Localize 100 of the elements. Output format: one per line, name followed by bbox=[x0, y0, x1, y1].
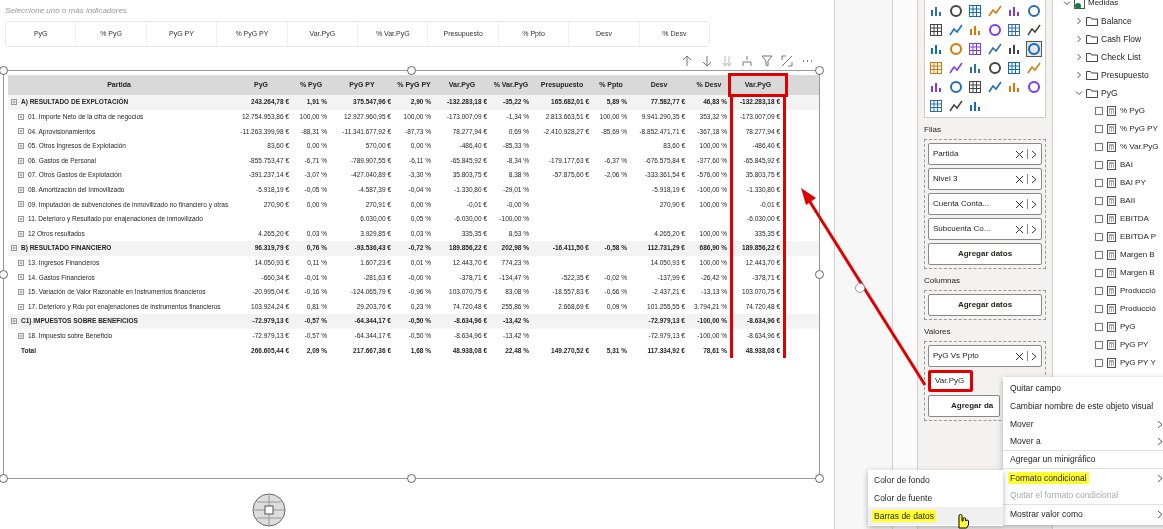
close-icon[interactable] bbox=[1015, 224, 1024, 234]
field-name[interactable]: PyG PY Y bbox=[1120, 357, 1156, 369]
field-name[interactable]: EBITDA bbox=[1120, 213, 1149, 225]
add-data-button[interactable]: Agregar datos bbox=[928, 243, 1042, 265]
visual-type-button[interactable] bbox=[947, 79, 964, 95]
add-data-button[interactable]: Agregar datos bbox=[928, 294, 1042, 316]
expand-icon[interactable] bbox=[18, 216, 24, 223]
menu-item[interactable]: Mover a bbox=[1003, 433, 1163, 451]
visual-type-button[interactable] bbox=[986, 41, 1003, 57]
checkbox[interactable] bbox=[1095, 143, 1103, 151]
close-icon[interactable] bbox=[1015, 174, 1024, 184]
field-name[interactable]: % PyG bbox=[1120, 105, 1145, 117]
chevron-right-icon[interactable] bbox=[1031, 149, 1037, 159]
field-pill[interactable]: Nivel 3 bbox=[928, 168, 1042, 190]
checkbox[interactable] bbox=[1095, 197, 1103, 205]
field-pill[interactable]: Partida bbox=[928, 143, 1042, 165]
menu-item[interactable]: Color de fondo bbox=[868, 471, 1003, 489]
expand-icon[interactable] bbox=[18, 186, 24, 193]
field-name[interactable]: EBITDA P bbox=[1120, 231, 1156, 243]
visual-type-button[interactable] bbox=[967, 41, 983, 57]
field-pill[interactable]: PyG Vs Ppto bbox=[928, 345, 1042, 367]
field-pill[interactable]: Cuenta Conta... bbox=[928, 193, 1042, 215]
menu-item[interactable]: Quitar campo bbox=[1003, 379, 1163, 397]
checkbox[interactable] bbox=[1095, 107, 1103, 115]
menu-item[interactable]: Formato condicional bbox=[1003, 469, 1163, 487]
visual-type-button[interactable] bbox=[1006, 60, 1022, 76]
chevron-right-icon[interactable] bbox=[1031, 174, 1037, 184]
field-name[interactable]: % PyG PY bbox=[1120, 123, 1158, 135]
visual-type-button[interactable] bbox=[1025, 3, 1042, 19]
checkbox[interactable] bbox=[1095, 323, 1103, 331]
menu-item[interactable]: Mover bbox=[1003, 415, 1163, 433]
expand-icon[interactable] bbox=[18, 128, 24, 135]
close-icon[interactable] bbox=[1015, 199, 1024, 209]
expand-icon[interactable] bbox=[18, 332, 24, 339]
chevron-down-icon[interactable] bbox=[1075, 89, 1083, 97]
visual-type-button[interactable] bbox=[947, 60, 964, 76]
chevron-right-icon[interactable] bbox=[1031, 199, 1037, 209]
field-name[interactable]: PyG bbox=[1120, 321, 1136, 333]
field-name[interactable]: Producció bbox=[1120, 285, 1156, 297]
checkbox[interactable] bbox=[1095, 305, 1103, 313]
tree-item[interactable]: Cash Flow bbox=[1101, 32, 1142, 46]
field-name[interactable]: BAI PY bbox=[1120, 177, 1146, 189]
tree-item[interactable]: Presupuesto bbox=[1101, 68, 1149, 82]
resize-handle[interactable] bbox=[855, 283, 865, 293]
visual-type-button[interactable] bbox=[986, 22, 1003, 38]
resize-handle[interactable] bbox=[815, 474, 824, 483]
checkbox[interactable] bbox=[1095, 125, 1103, 133]
visual-type-button[interactable] bbox=[928, 22, 944, 38]
expand-icon[interactable] bbox=[18, 289, 24, 295]
close-icon[interactable] bbox=[1015, 149, 1024, 159]
checkbox[interactable] bbox=[1095, 287, 1103, 295]
field-name[interactable]: Margen B bbox=[1120, 249, 1155, 261]
add-data-button[interactable]: Agregar da bbox=[928, 395, 1000, 417]
chevron-right-icon[interactable] bbox=[1031, 351, 1037, 361]
chevron-down-icon[interactable] bbox=[1063, 0, 1071, 7]
checkbox[interactable] bbox=[1095, 269, 1103, 277]
expand-icon[interactable] bbox=[18, 274, 24, 281]
checkbox[interactable] bbox=[1095, 179, 1103, 187]
expand-icon[interactable] bbox=[18, 259, 24, 266]
tree-item[interactable]: Check List bbox=[1101, 50, 1141, 64]
chevron-right-icon[interactable] bbox=[1031, 224, 1037, 234]
resize-handle[interactable] bbox=[815, 270, 824, 279]
resize-handle[interactable] bbox=[0, 474, 8, 483]
expand-icon[interactable] bbox=[18, 143, 24, 150]
resize-handle[interactable] bbox=[0, 270, 8, 279]
field-name[interactable]: Producció bbox=[1120, 303, 1156, 315]
checkbox[interactable] bbox=[1095, 251, 1103, 259]
expand-icon[interactable] bbox=[11, 318, 17, 325]
menu-item[interactable]: Color de fuente bbox=[868, 489, 1003, 507]
filter-icon[interactable] bbox=[761, 55, 773, 67]
field-name[interactable]: % Var.PyG bbox=[1120, 141, 1159, 153]
resize-handle[interactable] bbox=[407, 474, 416, 483]
visual-type-button[interactable] bbox=[967, 3, 983, 19]
expand-icon[interactable] bbox=[18, 230, 24, 237]
expand-icon[interactable] bbox=[18, 157, 24, 164]
menu-item[interactable]: Agregar un minigráfico bbox=[1003, 451, 1163, 469]
expand-icon[interactable] bbox=[18, 113, 24, 120]
expand-icon[interactable] bbox=[18, 303, 24, 310]
visual-type-button[interactable] bbox=[986, 60, 1003, 76]
field-name[interactable]: PyG PY bbox=[1120, 339, 1149, 351]
tree-item[interactable]: PyG bbox=[1101, 86, 1118, 100]
field-pill[interactable]: Subcuenta Co... bbox=[928, 218, 1042, 240]
tree-item[interactable]: Medidas bbox=[1088, 0, 1119, 9]
field-name[interactable]: Margen B bbox=[1120, 267, 1155, 279]
checkbox[interactable] bbox=[1095, 215, 1103, 223]
field-name[interactable]: BAI bbox=[1120, 159, 1133, 171]
expand-icon[interactable] bbox=[18, 201, 24, 208]
expand-icon[interactable] bbox=[18, 172, 24, 179]
checkbox[interactable] bbox=[1095, 341, 1103, 349]
menu-item[interactable]: Barras de datos bbox=[868, 507, 1003, 525]
checkbox[interactable] bbox=[1095, 161, 1103, 169]
expand-icon[interactable] bbox=[11, 245, 17, 252]
visual-type-button[interactable] bbox=[1025, 41, 1042, 57]
checkbox[interactable] bbox=[1095, 359, 1103, 367]
close-icon[interactable] bbox=[1015, 351, 1024, 361]
visual-type-button[interactable] bbox=[1006, 22, 1022, 38]
checkbox[interactable] bbox=[1095, 233, 1103, 241]
expand-icon[interactable] bbox=[11, 99, 17, 106]
visual-type-button[interactable] bbox=[967, 79, 983, 95]
visual-type-button[interactable] bbox=[1025, 79, 1042, 95]
